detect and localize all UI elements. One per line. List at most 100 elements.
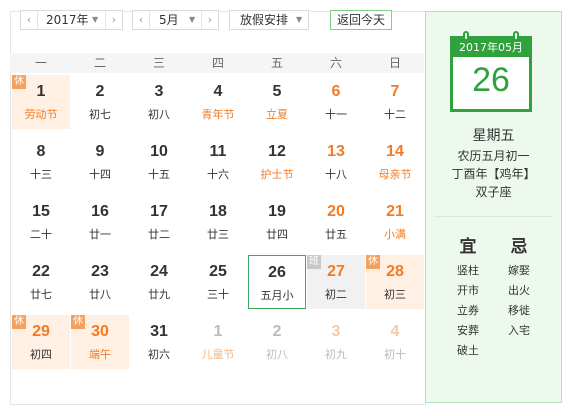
lunar-label: 二十 xyxy=(30,228,52,241)
day-detail-panel: 2017年05月 26 星期五 农历五月初一 丁酉年【鸡年】 双子座 宜 忌 竖… xyxy=(425,11,562,403)
day-cell[interactable]: 6 十一 xyxy=(307,75,365,129)
yi-label: 宜 xyxy=(459,237,477,257)
day-number: 10 xyxy=(150,143,168,160)
festival-label: 小满 xyxy=(384,228,406,241)
day-number: 7 xyxy=(390,83,400,100)
day-number: 1 xyxy=(213,323,223,340)
lunar-label: 十三 xyxy=(30,168,52,181)
day-number: 26 xyxy=(268,264,286,281)
day-cell[interactable]: 15 二十 xyxy=(12,195,70,249)
day-number: 23 xyxy=(91,263,109,280)
day-number: 3 xyxy=(331,323,341,340)
day-cell[interactable]: 休 30 端午 xyxy=(71,315,129,369)
page-day: 26 xyxy=(472,61,510,99)
holiday-dropdown-icon: ▼ xyxy=(296,15,303,24)
day-number: 12 xyxy=(268,143,286,160)
day-cell[interactable]: 3 初九 xyxy=(307,315,365,369)
prev-year-icon[interactable]: ‹ xyxy=(21,11,38,29)
lunar-label: 初四 xyxy=(30,348,52,361)
ji-item: 入宅 xyxy=(508,324,530,337)
next-year-icon[interactable]: › xyxy=(105,11,122,29)
day-number: 15 xyxy=(32,203,50,220)
day-cell[interactable]: 14 母亲节 xyxy=(366,135,424,189)
day-number: 3 xyxy=(154,83,164,100)
lunar-label: 廿四 xyxy=(266,228,288,241)
festival-label: 劳动节 xyxy=(24,108,58,121)
weekday-text: 星期五 xyxy=(472,128,515,144)
day-cell[interactable]: 5 立夏 xyxy=(248,75,306,129)
calendar-page: 2017年05月 26 xyxy=(450,31,532,112)
day-cell[interactable]: 9 十四 xyxy=(71,135,129,189)
day-number: 8 xyxy=(36,143,46,160)
lunar-label: 十一 xyxy=(325,108,347,121)
ji-label: 忌 xyxy=(510,237,528,257)
lunar-label: 廿三 xyxy=(207,228,229,241)
holiday-value: 放假安排 xyxy=(240,13,289,27)
day-number: 31 xyxy=(150,323,168,340)
day-cell[interactable]: 19 廿四 xyxy=(248,195,306,249)
holiday-select[interactable]: 放假安排 ▼ xyxy=(229,10,309,30)
day-number: 27 xyxy=(327,263,345,280)
day-number: 2 xyxy=(95,83,105,100)
festival-label: 端午 xyxy=(89,348,111,361)
month-select[interactable]: ‹ 5月 ▼ › xyxy=(132,10,219,30)
page-header: 2017年05月 xyxy=(453,39,529,57)
day-number: 4 xyxy=(213,83,223,100)
day-number: 25 xyxy=(209,263,227,280)
year-select[interactable]: ‹ 2017年 ▼ › xyxy=(20,10,123,30)
day-cell[interactable]: 4 初十 xyxy=(366,315,424,369)
yi-item: 竖柱 xyxy=(457,264,479,277)
day-cell[interactable]: 13 十八 xyxy=(307,135,365,189)
day-number: 21 xyxy=(386,203,404,220)
weekday-label: 一 xyxy=(34,56,47,70)
day-cell-selected[interactable]: 26 五月小 xyxy=(248,255,306,309)
day-cell[interactable]: 2 初八 xyxy=(248,315,306,369)
festival-label: 母亲节 xyxy=(378,168,412,181)
day-cell[interactable]: 24 廿九 xyxy=(130,255,188,309)
return-today-button[interactable]: 返回今天 xyxy=(330,10,392,30)
yi-item: 安葬 xyxy=(457,324,479,337)
day-number: 4 xyxy=(390,323,400,340)
day-cell[interactable]: 4 青年节 xyxy=(189,75,247,129)
day-cell[interactable]: 25 三十 xyxy=(189,255,247,309)
weekday-label: 三 xyxy=(152,56,165,70)
day-cell[interactable]: 20 廿五 xyxy=(307,195,365,249)
day-cell[interactable]: 8 十三 xyxy=(12,135,70,189)
lunar-label: 初九 xyxy=(325,348,347,361)
day-cell[interactable]: 1 儿童节 xyxy=(189,315,247,369)
ji-item: 出火 xyxy=(508,284,530,297)
day-cell[interactable]: 31 初六 xyxy=(130,315,188,369)
day-cell[interactable]: 休 1 劳动节 xyxy=(12,75,70,129)
lunar-label: 廿九 xyxy=(148,288,170,301)
day-cell[interactable]: 22 廿七 xyxy=(12,255,70,309)
day-cell[interactable]: 12 护士节 xyxy=(248,135,306,189)
day-number: 28 xyxy=(386,263,404,280)
day-cell[interactable]: 21 小满 xyxy=(366,195,424,249)
day-number: 2 xyxy=(272,323,282,340)
day-number: 5 xyxy=(272,83,282,100)
day-number: 16 xyxy=(91,203,109,220)
day-cell[interactable]: 7 十二 xyxy=(366,75,424,129)
lunar-date: 农历五月初一 xyxy=(457,149,530,163)
day-cell[interactable]: 2 初七 xyxy=(71,75,129,129)
next-month-icon[interactable]: › xyxy=(201,11,218,29)
day-cell[interactable]: 3 初八 xyxy=(130,75,188,129)
day-cell[interactable]: 17 廿二 xyxy=(130,195,188,249)
prev-month-icon[interactable]: ‹ xyxy=(133,11,150,29)
weekday-label: 四 xyxy=(211,56,224,70)
day-cell[interactable]: 10 十五 xyxy=(130,135,188,189)
day-number: 30 xyxy=(91,323,109,340)
day-cell[interactable]: 休 29 初四 xyxy=(12,315,70,369)
weekday-label: 二 xyxy=(93,56,106,70)
day-cell[interactable]: 23 廿八 xyxy=(71,255,129,309)
festival-label: 青年节 xyxy=(201,108,235,121)
lunar-label: 初三 xyxy=(384,288,406,301)
day-cell[interactable]: 11 十六 xyxy=(189,135,247,189)
day-cell[interactable]: 班 27 初二 xyxy=(307,255,365,309)
day-cell[interactable]: 休 28 初三 xyxy=(366,255,424,309)
day-number: 11 xyxy=(209,143,227,160)
festival-label: 立夏 xyxy=(266,108,288,121)
ji-item: 嫁娶 xyxy=(508,264,530,277)
day-cell[interactable]: 18 廿三 xyxy=(189,195,247,249)
day-cell[interactable]: 16 廿一 xyxy=(71,195,129,249)
